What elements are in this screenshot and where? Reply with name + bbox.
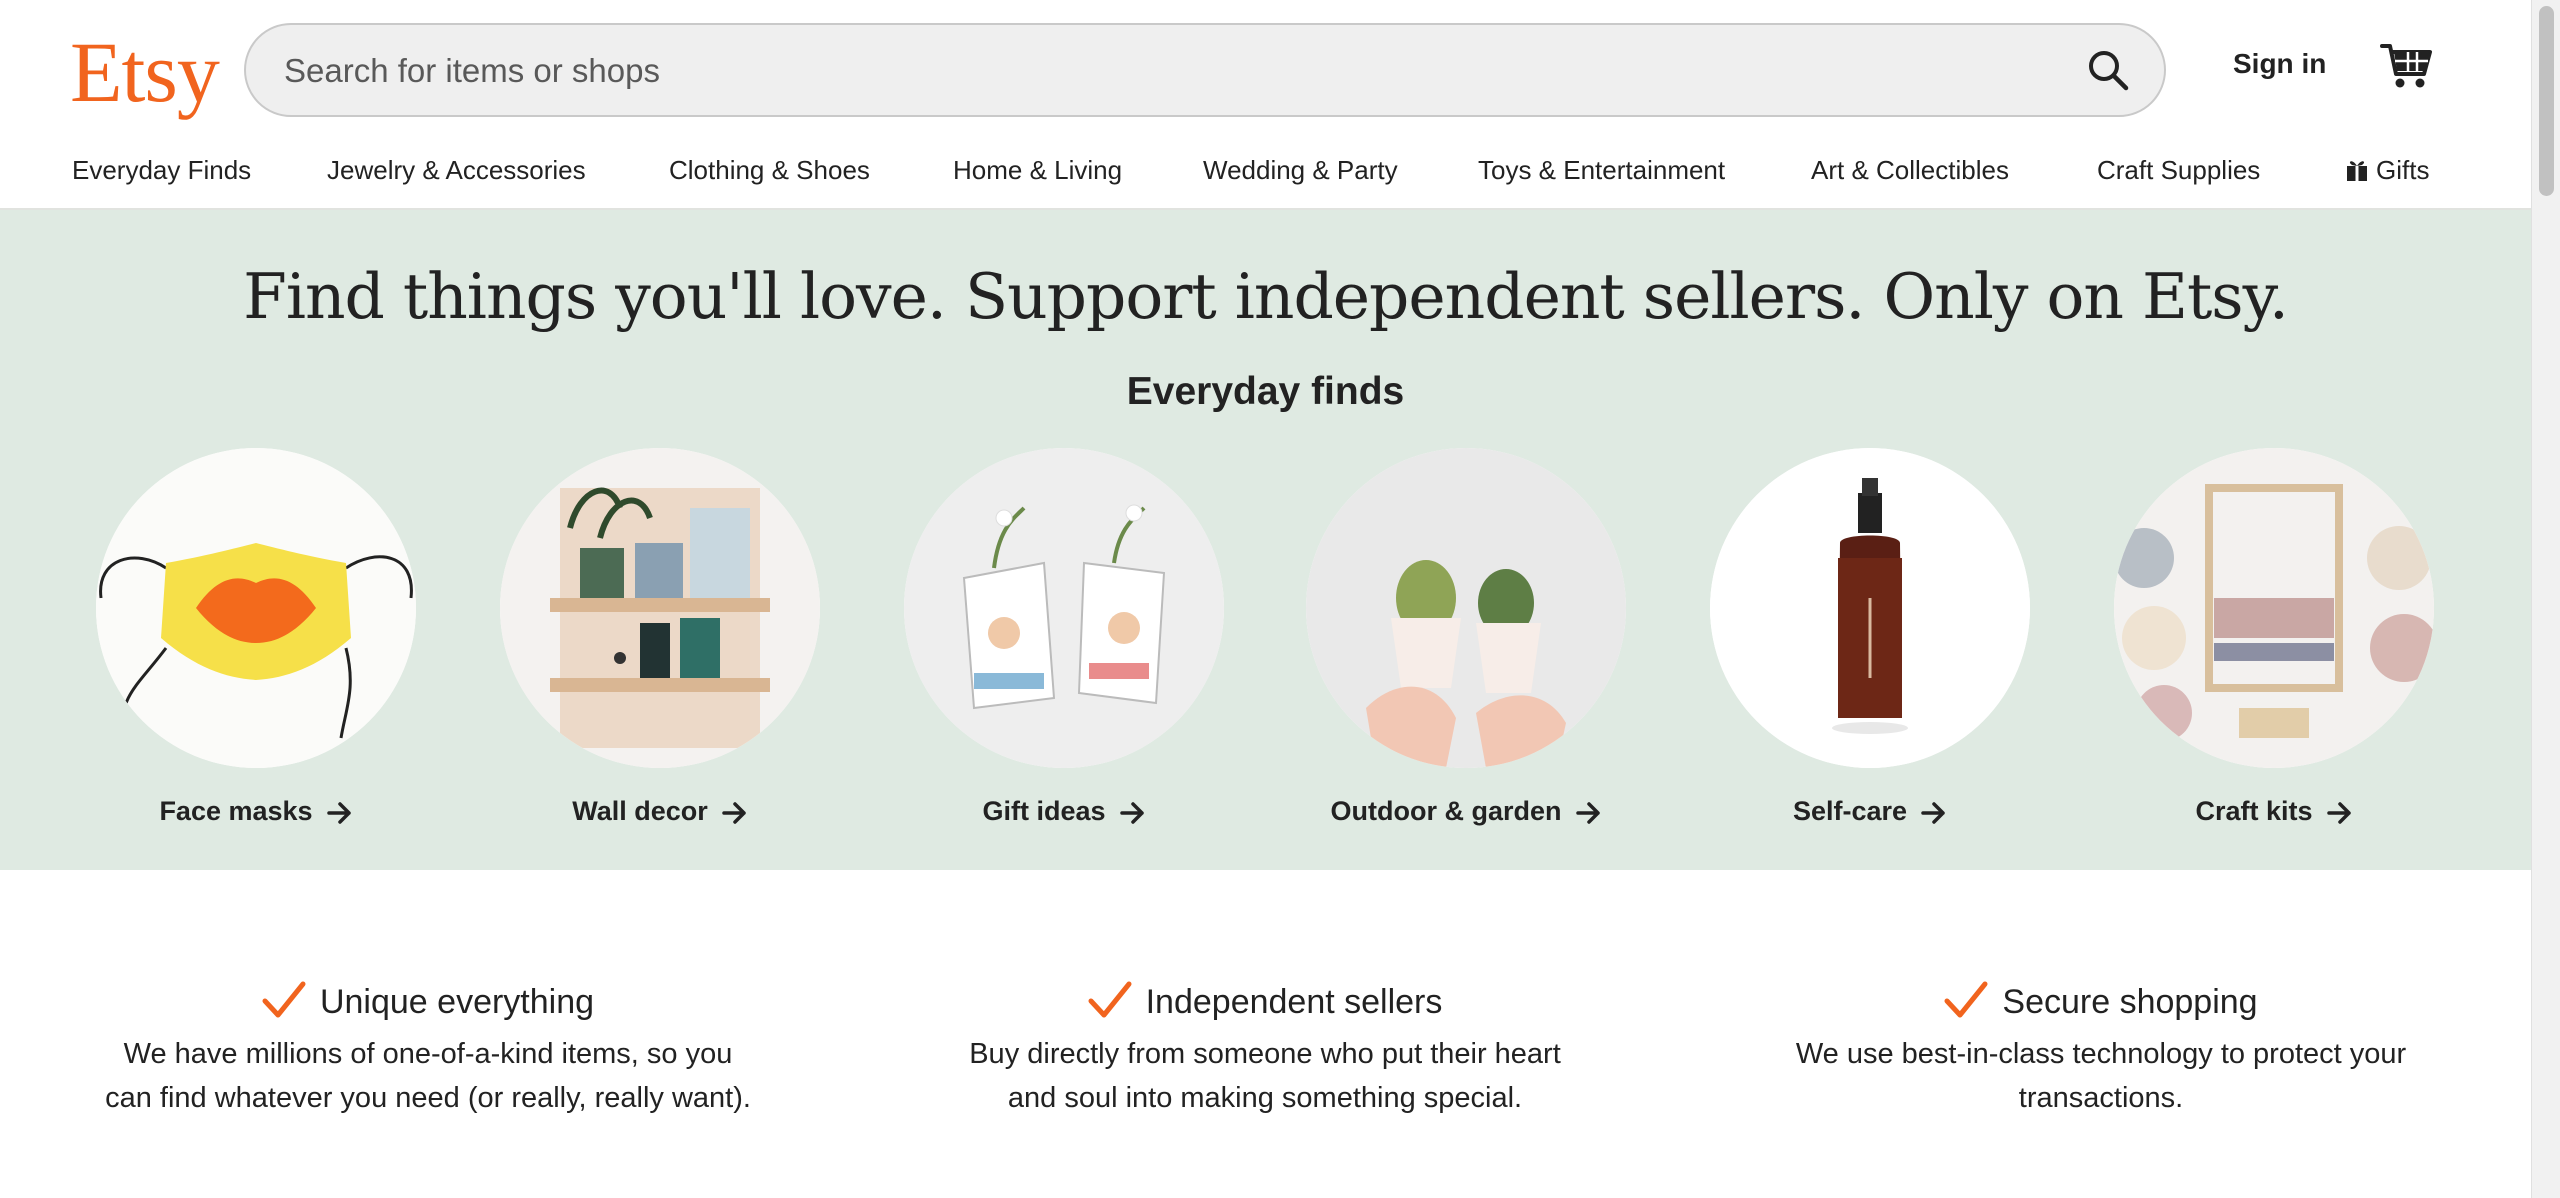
- nav-toys-entertainment[interactable]: Toys & Entertainment: [1478, 148, 1725, 192]
- etsy-logo[interactable]: Etsy: [70, 24, 220, 120]
- arrow-right-icon: [2326, 802, 2351, 824]
- category-nav: Everyday Finds Jewelry & Accessories Clo…: [0, 148, 2531, 192]
- sign-in-link[interactable]: Sign in: [2233, 48, 2326, 80]
- value-prop-text: transactions.: [2018, 1082, 2184, 1114]
- category-image: [500, 448, 820, 768]
- arrow-right-icon: [1575, 802, 1600, 824]
- arrow-right-icon: [1119, 802, 1144, 824]
- category-image: [96, 448, 416, 768]
- category-label: Craft kits: [2195, 796, 2313, 826]
- category-image: [1306, 448, 1626, 768]
- search-bar: [244, 23, 2166, 117]
- hero-title: Find things you'll love. Support indepen…: [243, 260, 2289, 333]
- nav-wedding-party[interactable]: Wedding & Party: [1203, 148, 1398, 192]
- category-face-masks[interactable]: Face masks: [96, 448, 416, 827]
- checkmark-icon: [262, 981, 306, 1018]
- category-wall-decor[interactable]: Wall decor: [500, 448, 820, 827]
- nav-gifts-label: Gifts: [2376, 155, 2430, 185]
- value-prop-text: Buy directly from someone who put their …: [969, 1038, 1561, 1070]
- nav-home-living[interactable]: Home & Living: [953, 148, 1122, 192]
- value-prop-text: can find whatever you need (or really, r…: [105, 1082, 751, 1114]
- value-prop-text: We use best-in-class technology to prote…: [1795, 1038, 2407, 1070]
- cart-button[interactable]: [2378, 38, 2438, 98]
- category-label: Outdoor & garden: [1330, 796, 1562, 826]
- value-prop-text: and soul into making something special.: [1007, 1082, 1523, 1114]
- search-input[interactable]: [282, 25, 1986, 117]
- nav-everyday-finds[interactable]: Everyday Finds: [72, 148, 251, 192]
- category-outdoor-garden[interactable]: Outdoor & garden: [1306, 448, 1626, 827]
- arrow-right-icon: [326, 802, 351, 824]
- value-prop-title: Independent sellers: [1145, 983, 1443, 1021]
- nav-clothing-shoes[interactable]: Clothing & Shoes: [669, 148, 870, 192]
- nav-craft-supplies[interactable]: Craft Supplies: [2097, 148, 2260, 192]
- category-label: Self-care: [1792, 796, 1908, 826]
- arrow-right-icon: [722, 802, 746, 824]
- hero-section: Find things you'll love. Support indepen…: [0, 210, 2531, 870]
- category-image: [2114, 448, 2434, 768]
- category-label: Face masks: [159, 796, 313, 826]
- nav-jewelry-accessories[interactable]: Jewelry & Accessories: [327, 148, 586, 192]
- category-image: [904, 448, 1224, 768]
- value-prop-text: We have millions of one-of-a-kind items,…: [123, 1038, 733, 1070]
- checkmark-icon: [1088, 981, 1132, 1018]
- nav-art-collectibles[interactable]: Art & Collectibles: [1811, 148, 2009, 192]
- checkmark-icon: [1944, 981, 1988, 1018]
- value-prop-secure: Secure shopping We use best-in-class tec…: [1751, 978, 2451, 1120]
- category-self-care[interactable]: Self-care: [1710, 448, 2030, 827]
- nav-gifts[interactable]: Gifts: [2346, 148, 2429, 192]
- value-prop-title: Unique everything: [319, 983, 595, 1021]
- category-craft-kits[interactable]: Craft kits: [2114, 448, 2434, 827]
- page-scrollbar[interactable]: [2531, 0, 2560, 1198]
- value-prop-independent: Independent sellers Buy directly from so…: [915, 978, 1615, 1120]
- search-icon: [2089, 51, 2129, 91]
- hero-subtitle: Everyday finds: [1126, 370, 1405, 413]
- arrow-right-icon: [1921, 802, 1945, 824]
- scrollbar-thumb[interactable]: [2539, 6, 2554, 196]
- category-label: Wall decor: [572, 796, 708, 826]
- gift-icon: [2347, 161, 2367, 181]
- value-prop-unique: Unique everything We have millions of on…: [78, 978, 778, 1120]
- category-gift-ideas[interactable]: Gift ideas: [904, 448, 1224, 827]
- value-prop-title: Secure shopping: [2002, 983, 2258, 1021]
- cart-icon: [2380, 44, 2432, 88]
- search-button[interactable]: [2078, 40, 2138, 100]
- site-header: Etsy Sign in Everyday Finds Jewelry & Ac…: [0, 0, 2531, 210]
- category-image: [1710, 448, 2030, 768]
- category-label: Gift ideas: [982, 796, 1106, 826]
